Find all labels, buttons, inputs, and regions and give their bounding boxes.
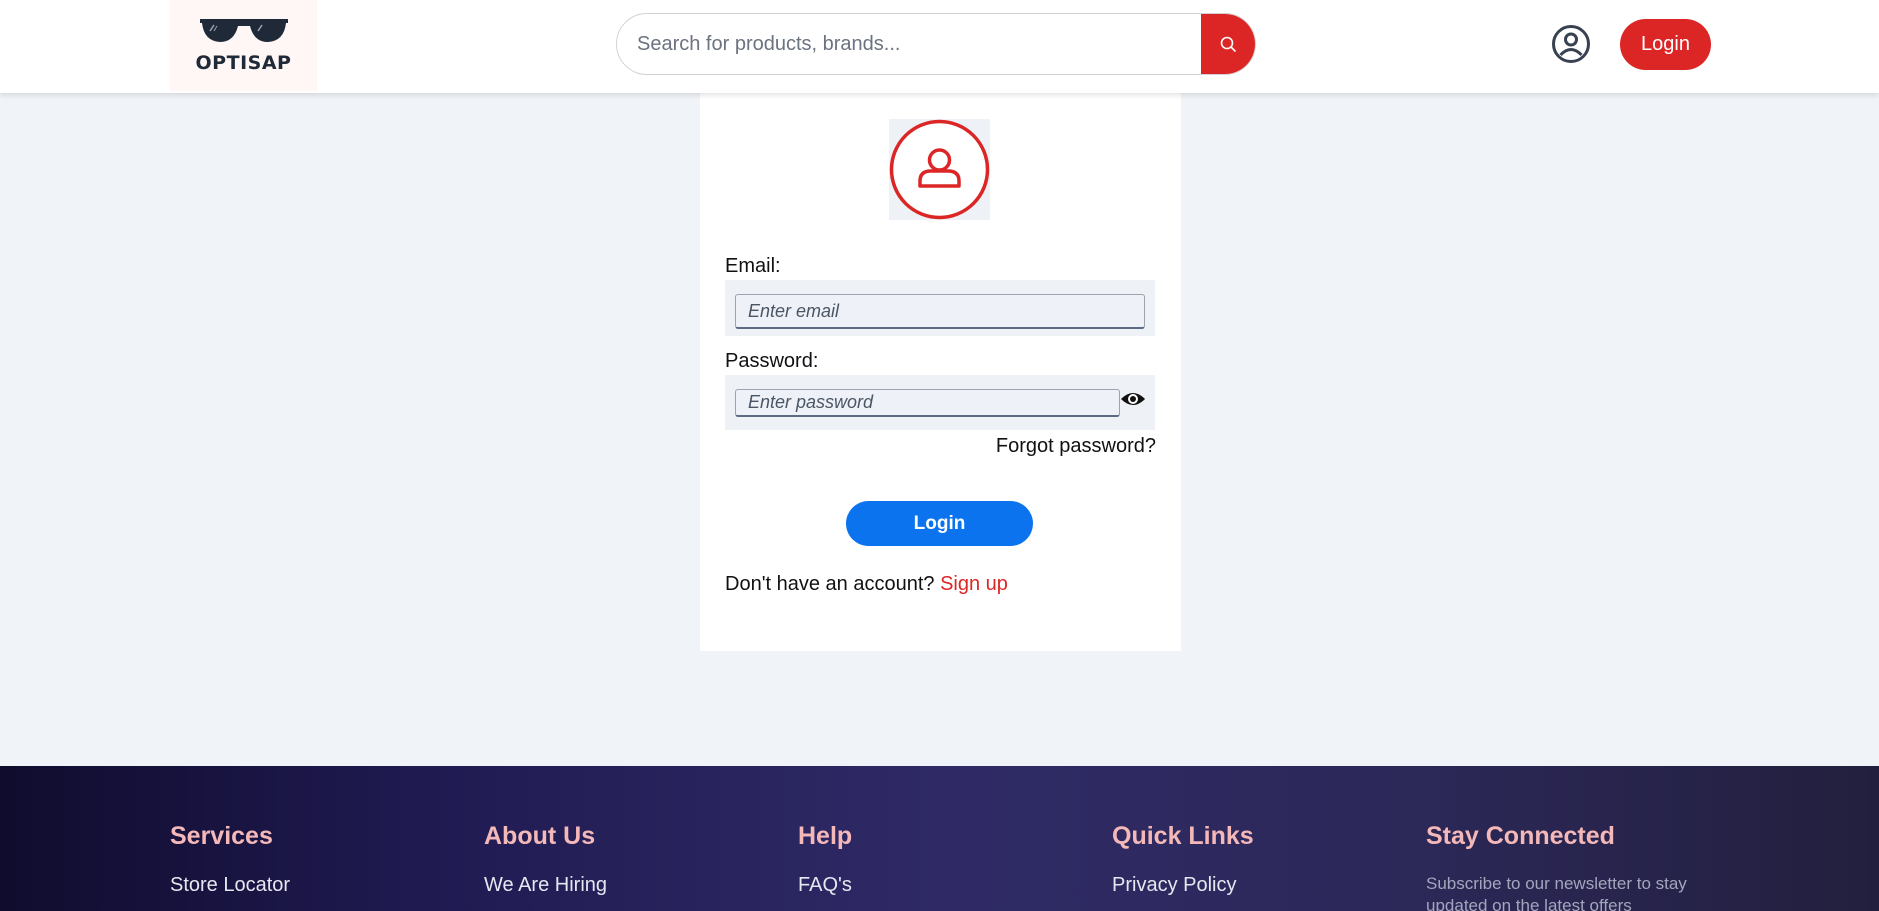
user-circle-icon[interactable] — [1551, 24, 1591, 64]
footer-column-title: Services — [170, 822, 273, 850]
footer-link-store-locator[interactable]: Store Locator — [170, 874, 290, 897]
sunglasses-icon — [199, 19, 288, 42]
signup-link[interactable]: Sign up — [940, 573, 1008, 595]
search-button[interactable] — [1201, 14, 1255, 74]
eye-icon[interactable] — [1120, 386, 1146, 412]
password-field-container — [725, 375, 1155, 430]
newsletter-text: Subscribe to our newsletter to stay upda… — [1426, 874, 1687, 911]
search-icon — [1220, 36, 1236, 52]
email-field-container — [725, 280, 1155, 336]
footer-link-we-are-hiring[interactable]: We Are Hiring — [484, 874, 607, 897]
avatar — [889, 119, 990, 220]
email-label: Email: — [725, 255, 781, 277]
password-input[interactable] — [735, 389, 1120, 417]
footer-column-services: Services Store Locator — [170, 822, 290, 897]
search-input[interactable] — [637, 14, 1197, 74]
login-submit-button[interactable]: Login — [846, 501, 1033, 546]
header-login-button[interactable]: Login — [1620, 19, 1711, 70]
site-footer: Services Store Locator About Us We Are H… — [0, 766, 1879, 911]
footer-column-about-us: About Us We Are Hiring — [484, 822, 607, 897]
footer-column-stay-connected: Stay Connected Subscribe to our newslett… — [1426, 822, 1716, 911]
footer-column-title: About Us — [484, 822, 596, 850]
search-bar — [616, 13, 1256, 75]
avatar-icon — [889, 119, 990, 220]
no-account-text: Don't have an account? — [725, 573, 935, 595]
forgot-password-link[interactable]: Forgot password? — [996, 435, 1156, 458]
footer-column-help: Help FAQ's — [798, 822, 852, 897]
password-label: Password: — [725, 350, 819, 372]
site-header: OPTISAP Login — [0, 0, 1879, 93]
footer-column-title: Help — [798, 822, 853, 850]
login-card: Email: Password: Forgot password? Login … — [700, 93, 1181, 651]
logo-text: OPTISAP — [195, 52, 292, 74]
footer-link-privacy-policy[interactable]: Privacy Policy — [1112, 874, 1254, 897]
footer-link-faqs[interactable]: FAQ's — [798, 874, 852, 897]
logo[interactable]: OPTISAP — [170, 0, 317, 91]
email-input[interactable] — [735, 294, 1145, 329]
signup-prompt: Don't have an account? Sign up — [725, 573, 1008, 596]
footer-column-quick-links: Quick Links Privacy Policy — [1112, 822, 1254, 897]
footer-column-title: Stay Connected — [1426, 822, 1615, 850]
footer-column-title: Quick Links — [1112, 822, 1254, 850]
